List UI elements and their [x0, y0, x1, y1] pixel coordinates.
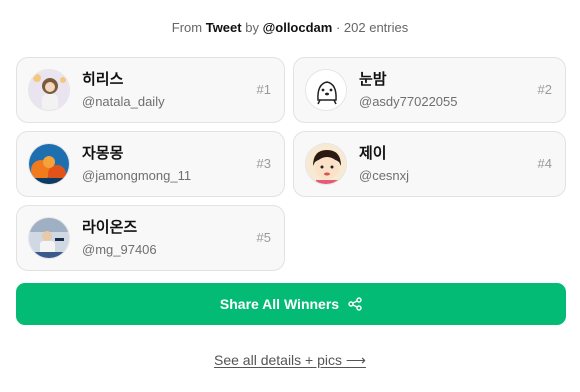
winner-info: 라이온즈 @mg_97406: [82, 219, 157, 257]
see-all-details-link[interactable]: See all details + pics ⟶: [214, 352, 366, 368]
winner-handle: @mg_97406: [82, 242, 157, 257]
source-line: From Tweet by @ollocdam · 202 entries: [0, 20, 580, 35]
winner-info: 히리스 @natala_daily: [82, 71, 165, 109]
source-author: @ollocdam: [262, 20, 333, 35]
winner-rank: #4: [537, 156, 552, 171]
winner-card: 제이 @cesnxj #4: [293, 131, 566, 197]
avatar: [28, 217, 70, 259]
avatar: [28, 143, 70, 185]
share-button-label: Share All Winners: [219, 296, 340, 312]
winner-rank: #2: [537, 82, 552, 97]
source-prefix: From: [171, 20, 203, 35]
winner-card: 눈밤 @asdy77022055 #2: [293, 57, 566, 123]
winner-rank: #3: [256, 156, 271, 171]
winner-name: 자몽몽: [82, 145, 124, 162]
winner-handle: @jamongmong_11: [82, 168, 192, 183]
winner-info: 눈밤 @asdy77022055: [359, 71, 458, 109]
winners-grid: 히리스 @natala_daily #1 눈밤 @asdy77022055 #2: [16, 57, 566, 271]
details-link-row: See all details + pics ⟶: [0, 352, 580, 369]
winner-card: 자몽몽 @jamongmong_11 #3: [16, 131, 285, 197]
winner-info: 제이 @cesnxj: [359, 145, 409, 183]
source-by: by: [245, 20, 259, 35]
source-kind: Tweet: [205, 20, 242, 35]
winner-card: 라이온즈 @mg_97406 #5: [16, 205, 285, 271]
share-all-winners-button[interactable]: Share All Winners: [16, 283, 566, 325]
winner-name: 라이온즈: [82, 219, 138, 236]
winner-handle: @cesnxj: [359, 168, 410, 183]
winner-name: 제이: [359, 145, 387, 162]
winner-name: 히리스: [82, 71, 124, 88]
winner-rank: #5: [256, 230, 271, 245]
avatar: [305, 143, 347, 185]
winner-card: 히리스 @natala_daily #1: [16, 57, 285, 123]
avatar: [305, 69, 347, 111]
winner-info: 자몽몽 @jamongmong_11: [82, 145, 191, 183]
winner-name: 눈밤: [359, 71, 387, 88]
entries-count: · 202 entries: [335, 20, 409, 35]
winner-rank: #1: [256, 82, 271, 97]
winner-handle: @natala_daily: [82, 94, 165, 109]
winner-handle: @asdy77022055: [359, 94, 458, 109]
share-icon: [348, 297, 362, 311]
avatar: [28, 69, 70, 111]
